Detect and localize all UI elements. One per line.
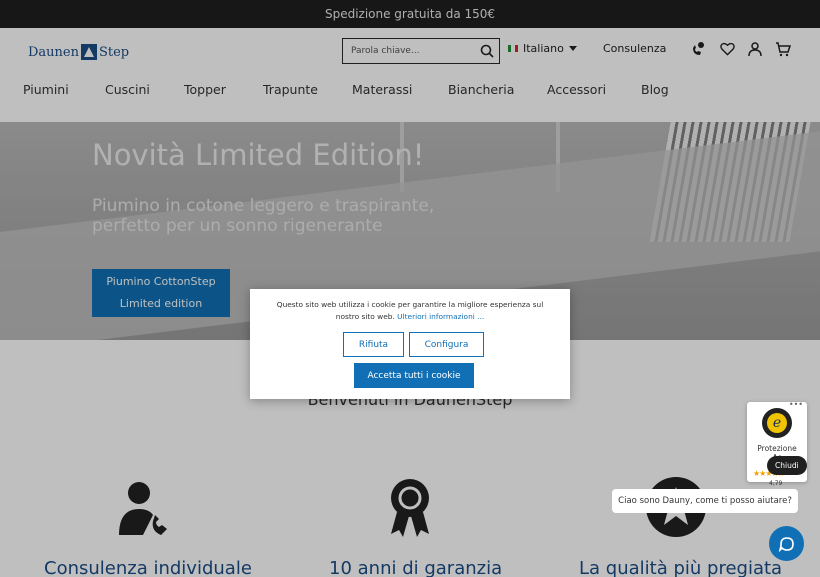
trusted-rating: 4,79 <box>769 480 783 487</box>
chat-bubble-icon <box>778 536 794 552</box>
more-options-icon[interactable]: ••• <box>789 400 803 409</box>
cookie-dialog: Questo sito web utilizza i cookie per ga… <box>250 289 570 399</box>
cookie-more-info-link[interactable]: Ulteriori informazioni ... <box>397 312 484 321</box>
cookie-configure-button[interactable]: Configura <box>409 332 484 357</box>
cookie-accept-all-button[interactable]: Accetta tutti i cookie <box>354 363 474 388</box>
chat-open-button[interactable] <box>769 526 804 561</box>
cookie-reject-button[interactable]: Rifiuta <box>343 332 404 357</box>
trusted-label-line-1: Protezione <box>757 444 797 453</box>
chat-greeting-bubble[interactable]: Ciao sono Dauny, come ti posso aiutare? <box>612 489 798 513</box>
trusted-shops-seal-icon: e <box>762 408 792 438</box>
chat-close-button[interactable]: Chiudi <box>767 456 807 475</box>
cookie-message: Questo sito web utilizza i cookie per ga… <box>268 299 552 323</box>
